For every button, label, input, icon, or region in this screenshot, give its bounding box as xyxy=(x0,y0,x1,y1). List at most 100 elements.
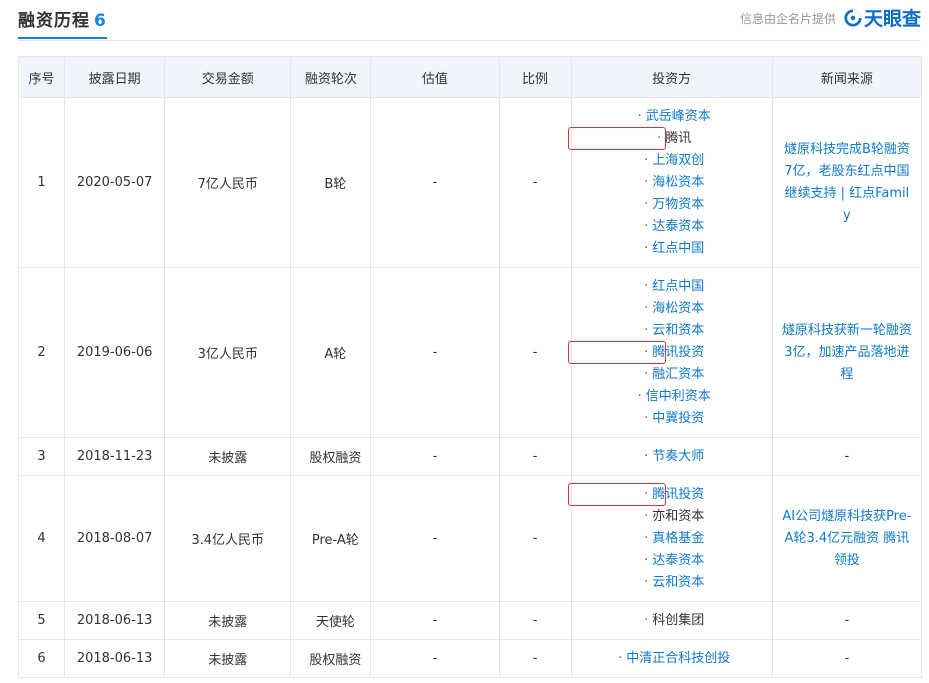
investor-item[interactable]: · 云和资本 xyxy=(578,572,771,594)
investor-item[interactable]: · 腾讯投资 xyxy=(567,482,771,506)
investor-item[interactable]: · 红点中国 xyxy=(578,276,771,298)
cell-amount: 3亿人民币 xyxy=(164,267,292,438)
news-link[interactable]: 燧原科技完成B轮融资7亿，老股东红点中国继续支持 | 红点Family xyxy=(781,139,913,227)
investor-name[interactable]: 云和资本 xyxy=(652,323,704,338)
cell-seq: 4 xyxy=(17,475,66,602)
cell-ratio: - xyxy=(498,97,572,268)
investor-item[interactable]: · 武岳峰资本 xyxy=(578,106,771,128)
investor-item[interactable]: · 红点中国 xyxy=(578,238,771,260)
cell-seq: 2 xyxy=(17,267,66,438)
col-header-amount: 交易金额 xyxy=(164,56,292,98)
table-row: 3 2018-11-23 未披露 股权融资 - - · 节奏大师 - xyxy=(17,437,923,476)
investor-name[interactable]: 达泰资本 xyxy=(652,219,704,234)
news-link[interactable]: AI公司燧原科技获Pre-A轮3.4亿元融资 腾讯领投 xyxy=(781,506,913,572)
investor-name[interactable]: 达泰资本 xyxy=(652,553,704,568)
cell-news: - xyxy=(771,639,923,678)
investor-list: · 节奏大师 xyxy=(578,446,771,468)
investor-item[interactable]: · 融汇资本 xyxy=(578,364,771,386)
investor-item[interactable]: · 云和资本 xyxy=(578,320,771,342)
bullet-dot: · xyxy=(644,218,649,234)
financing-table: 序号 披露日期 交易金额 融资轮次 估值 比例 投资方 新闻来源 1 2020-0… xyxy=(17,56,923,678)
table-row: 6 2018-06-13 未披露 股权融资 - - · 中清正合科技创投 - xyxy=(17,639,923,678)
investor-list: · 中清正合科技创投 xyxy=(578,648,771,670)
section-title-text: 融资历程 xyxy=(18,11,90,31)
news-link[interactable]: 燧原科技获新一轮融资3亿，加速产品落地进程 xyxy=(781,320,913,386)
investor-name: 亦和资本 xyxy=(652,508,705,524)
cell-ratio: - xyxy=(498,601,572,640)
table-row: 1 2020-05-07 7亿人民币 B轮 - - · 武岳峰资本 · 腾讯 · 上海双创 · 海松资本 ·… xyxy=(17,97,923,268)
cell-investors: · 中清正合科技创投 xyxy=(570,639,773,678)
investor-name[interactable]: 信中利资本 xyxy=(646,389,711,404)
investor-name[interactable]: 红点中国 xyxy=(652,279,704,294)
investor-name[interactable]: 中冀投资 xyxy=(652,411,704,426)
cell-amount: 3.4亿人民币 xyxy=(164,475,292,602)
cell-seq: 3 xyxy=(17,437,66,476)
investor-name[interactable]: 上海双创 xyxy=(652,153,704,168)
cell-round: 股权融资 xyxy=(290,639,372,678)
cell-ratio: - xyxy=(498,267,572,438)
cell-date: 2018-06-13 xyxy=(64,601,166,640)
cell-round: A轮 xyxy=(290,267,372,438)
cell-news: - xyxy=(771,437,923,476)
investor-item[interactable]: · 节奏大师 xyxy=(578,446,771,468)
bullet-dot: · xyxy=(644,174,649,190)
investor-item[interactable]: · 中冀投资 xyxy=(578,408,771,430)
table-body: 1 2020-05-07 7亿人民币 B轮 - - · 武岳峰资本 · 腾讯 · 上海双创 · 海松资本 ·… xyxy=(17,97,923,678)
investor-name[interactable]: 海松资本 xyxy=(652,175,704,190)
logo-text: 天眼查 xyxy=(863,8,921,30)
investor-item[interactable]: · 真格基金 xyxy=(578,528,771,550)
bullet-dot: · xyxy=(644,552,649,568)
bullet-dot: · xyxy=(644,530,649,546)
investor-name[interactable]: 万物资本 xyxy=(652,197,704,212)
col-header-valuation: 估值 xyxy=(370,56,500,98)
investor-item[interactable]: · 万物资本 xyxy=(578,194,771,216)
cell-round: Pre-A轮 xyxy=(290,475,372,602)
col-header-ratio: 比例 xyxy=(498,56,572,98)
cell-date: 2018-08-07 xyxy=(64,475,166,602)
tianyancha-logo-icon xyxy=(844,8,862,27)
investor-name[interactable]: 海松资本 xyxy=(652,301,704,316)
tianyancha-logo[interactable]: 天眼查 xyxy=(844,4,921,31)
investor-item[interactable]: · 腾讯投资 xyxy=(567,340,771,364)
bullet-dot: · xyxy=(637,388,642,404)
bullet-dot: · xyxy=(644,152,649,168)
investor-name[interactable]: 节奏大师 xyxy=(652,449,704,464)
investor-name[interactable]: 武岳峰资本 xyxy=(646,109,711,124)
investor-name[interactable]: 云和资本 xyxy=(652,575,704,590)
investor-name[interactable]: 腾讯投资 xyxy=(652,345,704,360)
investor-item[interactable]: · 中清正合科技创投 xyxy=(578,648,771,670)
record-count: 6 xyxy=(94,11,107,31)
investor-item[interactable]: · 海松资本 xyxy=(578,298,771,320)
bullet-dot: · xyxy=(657,130,662,146)
cell-news: AI公司燧原科技获Pre-A轮3.4亿元融资 腾讯领投 xyxy=(771,475,923,602)
data-provider: 信息由企名片提供 天眼查 xyxy=(740,4,921,31)
table-row: 5 2018-06-13 未披露 天使轮 - - · 科创集团 - xyxy=(17,601,923,640)
cell-amount: 未披露 xyxy=(164,437,292,476)
investor-item[interactable]: · 海松资本 xyxy=(578,172,771,194)
bullet-dot: · xyxy=(644,344,649,360)
investor-name[interactable]: 红点中国 xyxy=(652,241,704,256)
cell-valuation: - xyxy=(370,437,500,476)
investor-item[interactable]: · 达泰资本 xyxy=(578,216,771,238)
section-header: 融资历程 6 信息由企名片提供 天眼查 xyxy=(18,0,921,41)
investor-name[interactable]: 腾讯投资 xyxy=(652,487,704,502)
investor-name[interactable]: 融汇资本 xyxy=(652,367,704,382)
col-header-date: 披露日期 xyxy=(64,56,166,98)
cell-news: - xyxy=(771,601,923,640)
cell-investors: · 红点中国 · 海松资本 · 云和资本 · 腾讯投资 · 融汇资本 · 信中利资本 · 中冀投资 xyxy=(567,267,773,438)
investor-item[interactable]: · 达泰资本 xyxy=(578,550,771,572)
investor-item: · 腾讯 xyxy=(567,126,771,150)
cell-valuation: - xyxy=(370,639,500,678)
col-header-round: 融资轮次 xyxy=(290,56,372,98)
cell-round: 股权融资 xyxy=(290,437,372,476)
cell-amount: 7亿人民币 xyxy=(164,97,292,268)
cell-valuation: - xyxy=(370,475,500,602)
investor-name[interactable]: 中清正合科技创投 xyxy=(626,651,730,666)
cell-amount: 未披露 xyxy=(164,639,292,678)
investor-item[interactable]: · 上海双创 xyxy=(578,150,771,172)
cell-investors: · 节奏大师 xyxy=(570,437,773,476)
investor-list: · 武岳峰资本 · 腾讯 · 上海双创 · 海松资本 · 万物资本 · 达泰资本 · 红点中国 xyxy=(567,106,771,260)
investor-name[interactable]: 真格基金 xyxy=(652,531,704,546)
investor-item[interactable]: · 信中利资本 xyxy=(578,386,771,408)
cell-seq: 1 xyxy=(17,97,66,268)
